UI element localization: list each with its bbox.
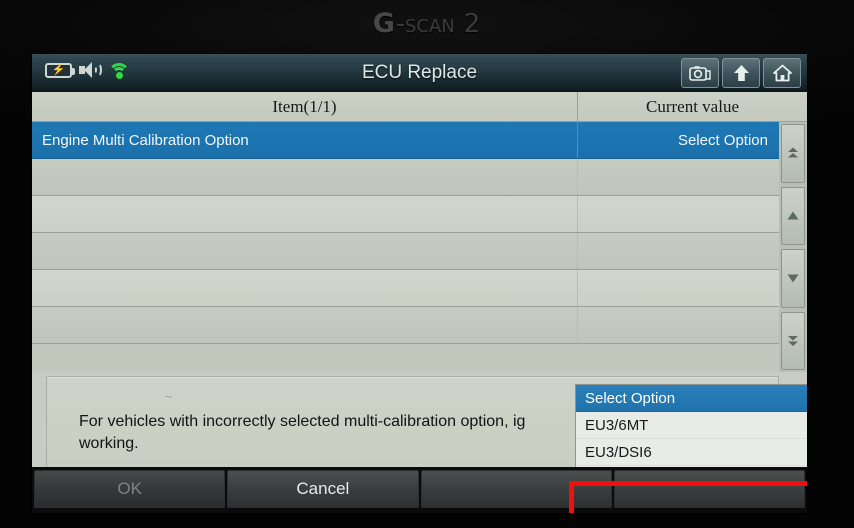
scroll-bottom-button[interactable] xyxy=(781,311,805,370)
table-row[interactable] xyxy=(32,196,779,233)
message-ghost-fragment: ~ xyxy=(165,389,175,404)
table-body: Engine Multi Calibration Option Select O… xyxy=(32,122,779,372)
titlebar-button-group xyxy=(681,58,801,88)
brand-logo-scan: -scan xyxy=(395,9,455,38)
cell-item xyxy=(32,270,578,306)
cell-current-value xyxy=(578,159,778,195)
column-header-item: Item(1/1) xyxy=(32,92,578,121)
cell-current-value xyxy=(578,196,778,232)
device-screen: ⚡ ECU Replace Item(1/1) Current value En… xyxy=(32,54,807,513)
dropdown-option[interactable]: EU3/DSI6 xyxy=(576,439,807,466)
cell-item xyxy=(32,233,578,269)
table-row[interactable]: Engine Multi Calibration Option Select O… xyxy=(32,122,779,159)
table-row[interactable] xyxy=(32,159,779,196)
home-button[interactable] xyxy=(763,58,801,88)
cell-item xyxy=(32,196,578,232)
title-bar: ⚡ ECU Replace xyxy=(32,54,807,92)
table-row[interactable] xyxy=(32,307,779,344)
dropdown-option[interactable]: EU3/6MT xyxy=(576,412,807,439)
back-button[interactable] xyxy=(722,58,760,88)
cell-current-value xyxy=(578,233,778,269)
device-bezel: G-scan 2 ⚡ ECU Replace Item(1/1) Current… xyxy=(0,0,854,528)
cell-current-value xyxy=(578,307,778,343)
table-row[interactable] xyxy=(32,270,779,307)
ok-button[interactable]: OK xyxy=(34,470,226,508)
brand-logo: G-scan 2 xyxy=(0,8,854,46)
cell-current-value xyxy=(578,270,778,306)
scroll-top-button[interactable] xyxy=(781,124,805,183)
scroll-up-button[interactable] xyxy=(781,186,805,245)
cell-current-value: Select Option xyxy=(677,132,768,149)
table-header: Item(1/1) Current value xyxy=(32,92,807,122)
cell-item: Engine Multi Calibration Option xyxy=(32,122,578,158)
column-header-current-value: Current value xyxy=(646,97,739,116)
screenshot-button[interactable] xyxy=(681,58,719,88)
annotation-highlight-box xyxy=(569,481,807,513)
brand-logo-g: G xyxy=(372,8,396,39)
cell-item xyxy=(32,159,578,195)
brand-logo-number: 2 xyxy=(463,9,482,39)
dropdown-option[interactable]: Select Option xyxy=(576,385,807,412)
table-scroll-buttons xyxy=(779,122,807,372)
cancel-button[interactable]: Cancel xyxy=(227,470,419,508)
table-row[interactable] xyxy=(32,233,779,270)
cell-item xyxy=(32,307,578,343)
scroll-down-button[interactable] xyxy=(781,249,805,308)
